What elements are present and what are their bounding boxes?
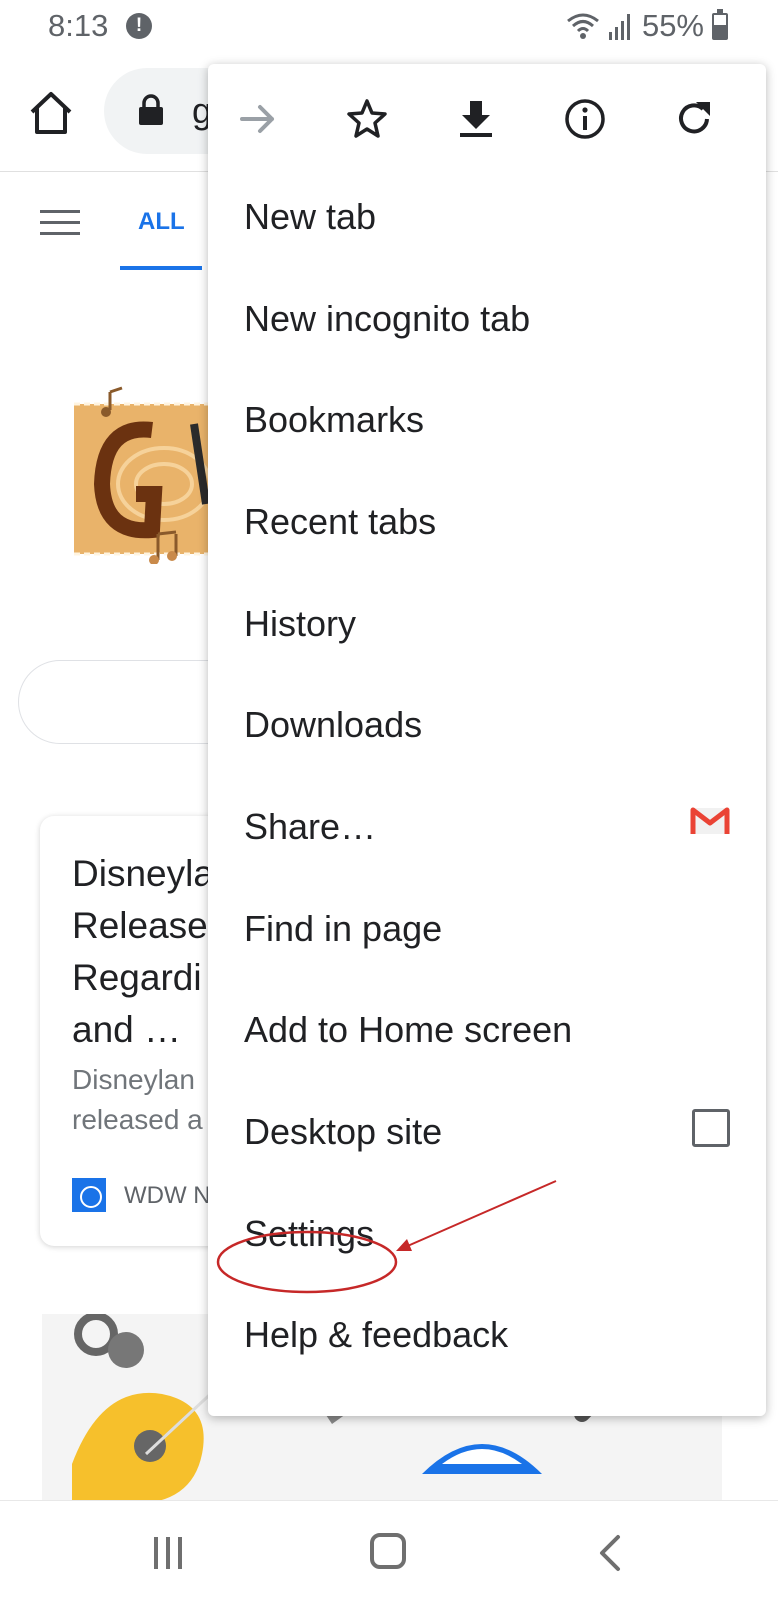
alert-icon: ! bbox=[126, 13, 152, 39]
back-button[interactable] bbox=[592, 1533, 632, 1573]
forward-icon[interactable] bbox=[230, 91, 286, 147]
menu-item-find-in-page[interactable]: Find in page bbox=[208, 878, 766, 982]
menu-item-label: Settings bbox=[244, 1213, 375, 1254]
recent-apps-button[interactable] bbox=[154, 1537, 186, 1569]
overflow-menu: New tab New incognito tab Bookmarks Rece… bbox=[208, 64, 766, 1416]
menu-item-label: Bookmarks bbox=[244, 399, 425, 440]
status-right: 55% bbox=[566, 8, 728, 44]
home-button[interactable] bbox=[370, 1533, 406, 1569]
home-icon[interactable] bbox=[26, 88, 76, 138]
menu-item-new-tab[interactable]: New tab bbox=[208, 166, 766, 270]
battery-icon bbox=[712, 8, 728, 40]
battery-percentage: 55% bbox=[641, 8, 704, 43]
menu-item-downloads[interactable]: Downloads bbox=[208, 674, 766, 778]
desktop-site-checkbox[interactable] bbox=[692, 1109, 730, 1147]
menu-item-desktop-site[interactable]: Desktop site bbox=[208, 1081, 766, 1185]
bookmark-star-icon[interactable] bbox=[339, 91, 395, 147]
signal-icon bbox=[608, 14, 630, 40]
gmail-icon[interactable] bbox=[690, 804, 730, 843]
system-nav-bar bbox=[0, 1500, 778, 1600]
menu-item-label: Desktop site bbox=[244, 1111, 443, 1152]
menu-item-label: New tab bbox=[244, 196, 377, 237]
menu-icon-row bbox=[208, 64, 766, 174]
tab-all[interactable]: ALL bbox=[138, 208, 185, 236]
menu-item-label: History bbox=[244, 603, 357, 644]
menu-item-bookmarks[interactable]: Bookmarks bbox=[208, 369, 766, 473]
menu-item-label: New incognito tab bbox=[244, 298, 531, 339]
menu-item-label: Downloads bbox=[244, 704, 423, 745]
tab-all-underline bbox=[120, 266, 202, 270]
reload-icon[interactable] bbox=[666, 91, 722, 147]
menu-item-label: Help & feedback bbox=[244, 1314, 509, 1355]
menu-item-recent-tabs[interactable]: Recent tabs bbox=[208, 471, 766, 575]
google-doodle[interactable] bbox=[74, 384, 214, 564]
menu-item-add-to-home-screen[interactable]: Add to Home screen bbox=[208, 979, 766, 1083]
menu-item-history[interactable]: History bbox=[208, 573, 766, 677]
download-icon[interactable] bbox=[448, 91, 504, 147]
news-source-icon bbox=[72, 1178, 106, 1212]
status-time: 8:13 bbox=[48, 8, 109, 43]
menu-item-label: Find in page bbox=[244, 908, 443, 949]
wifi-icon bbox=[567, 13, 599, 39]
menu-item-label: Add to Home screen bbox=[244, 1009, 573, 1050]
menu-item-label: Share… bbox=[244, 806, 377, 847]
hamburger-icon[interactable] bbox=[40, 210, 80, 236]
menu-item-settings[interactable]: Settings bbox=[208, 1183, 766, 1287]
menu-item-share[interactable]: Share… bbox=[208, 776, 766, 880]
page-info-icon[interactable] bbox=[557, 91, 613, 147]
lock-icon bbox=[139, 94, 163, 125]
menu-item-help-feedback[interactable]: Help & feedback bbox=[208, 1284, 766, 1388]
news-source: WDW N bbox=[124, 1182, 211, 1209]
menu-item-label: Recent tabs bbox=[244, 501, 437, 542]
menu-item-new-incognito-tab[interactable]: New incognito tab bbox=[208, 268, 766, 372]
status-bar: 8:13 ! 55% bbox=[0, 0, 778, 52]
